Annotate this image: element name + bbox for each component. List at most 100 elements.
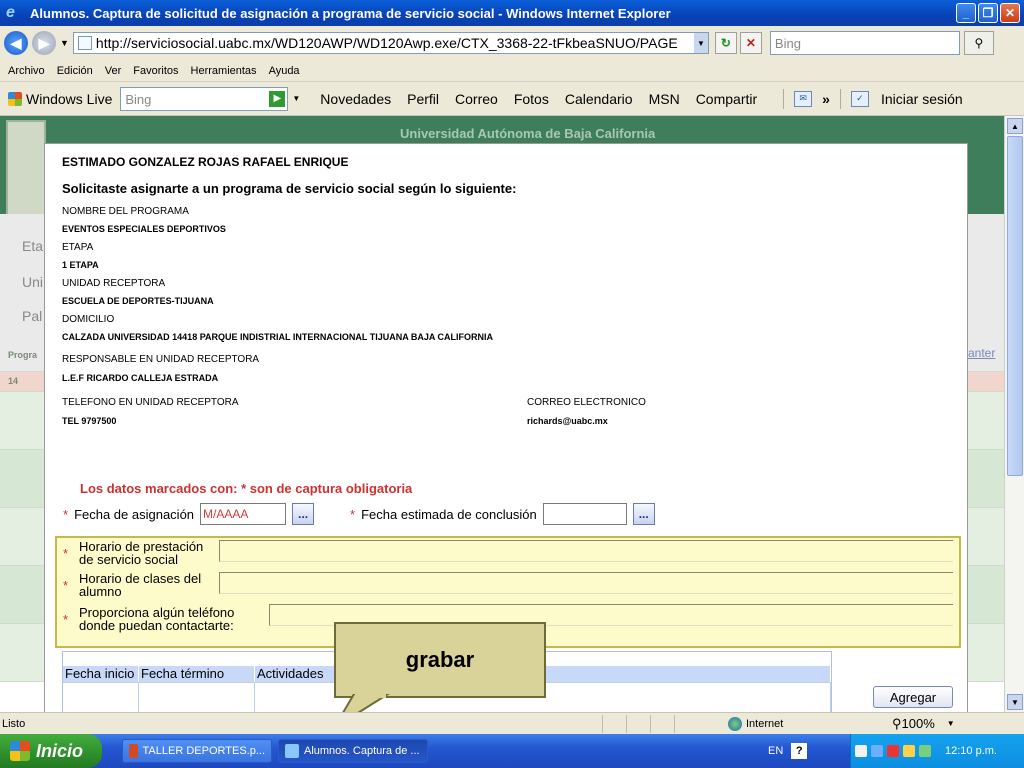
- assignment-date-label: Fecha de asignación: [74, 506, 195, 522]
- network-icon[interactable]: [855, 745, 867, 757]
- address-label: DOMICILIO: [62, 314, 115, 325]
- refresh-button[interactable]: ↻: [714, 32, 737, 54]
- scroll-up-icon[interactable]: ▲: [1007, 118, 1023, 134]
- background-label-palabra: Pal: [22, 308, 43, 324]
- estimated-end-date-label: Fecha estimada de conclusión: [361, 506, 537, 522]
- required-star-icon: *: [63, 546, 69, 561]
- contact-phone-label-line2: donde puedan contactarte:: [79, 618, 234, 633]
- vertical-scrollbar[interactable]: ▲ ▼: [1004, 116, 1024, 712]
- stop-button[interactable]: ✕: [739, 32, 762, 54]
- search-input[interactable]: Bing: [769, 31, 960, 55]
- back-button[interactable]: ◀: [4, 31, 28, 55]
- add-activity-button[interactable]: Agregar: [873, 686, 953, 708]
- help-icon[interactable]: ?: [791, 743, 808, 759]
- receiving-unit-label: UNIDAD RECEPTORA: [62, 278, 166, 289]
- messenger-icon[interactable]: [871, 745, 883, 757]
- class-schedule-label-line2: alumno: [79, 584, 122, 599]
- link-fotos[interactable]: Fotos: [514, 91, 549, 107]
- address-value: CALZADA UNIVERSIDAD 14418 PARQUE INDISTR…: [62, 332, 494, 342]
- live-search-input[interactable]: Bing ▶: [120, 86, 289, 111]
- address-bar[interactable]: http://serviciosocial.uabc.mx/WD120AWP/W…: [72, 32, 709, 54]
- checkbox-icon[interactable]: ✓: [850, 90, 869, 107]
- link-calendario[interactable]: Calendario: [565, 91, 633, 107]
- service-schedule-label-line2: de servicio social: [79, 552, 178, 567]
- menu-archivo[interactable]: Archivo: [8, 65, 45, 77]
- close-button[interactable]: ✕: [1000, 3, 1020, 23]
- windows-flag-icon: [8, 91, 22, 106]
- link-correo[interactable]: Correo: [455, 91, 498, 107]
- scroll-thumb[interactable]: [1007, 136, 1023, 476]
- menu-ayuda[interactable]: Ayuda: [269, 65, 300, 77]
- assignment-date-input[interactable]: M/AAAA: [200, 503, 287, 525]
- unit-phone-value: TEL 9797500: [62, 416, 117, 426]
- windows-live-toolbar: Windows Live Bing ▶ ▼ Novedades Perfil C…: [0, 82, 1024, 116]
- required-fields-note: Los datos marcados con: * son de captura…: [80, 481, 413, 496]
- minimize-button[interactable]: _: [956, 3, 976, 23]
- dates-row: * Fecha de asignación M/AAAA ... * Fecha…: [63, 503, 655, 525]
- responsible-label: RESPONSABLE EN UNIDAD RECEPTORA: [62, 354, 260, 365]
- email-value: richards@uabc.mx: [527, 416, 608, 426]
- security-zone[interactable]: Internet: [728, 716, 878, 731]
- internet-explorer-icon: e: [6, 4, 15, 21]
- receiving-unit-value: ESCUELA DE DEPORTES-TIJUANA: [62, 296, 214, 306]
- windows-live-logo[interactable]: Windows Live: [8, 91, 112, 107]
- unit-phone-label: TELEFONO EN UNIDAD RECEPTORA: [62, 397, 239, 408]
- class-schedule-input[interactable]: [219, 572, 953, 594]
- intro-heading: Solicitaste asignarte a un programa de s…: [62, 181, 517, 196]
- assignment-date-calendar-button[interactable]: ...: [292, 503, 315, 525]
- windows-logo-icon: [10, 741, 30, 761]
- menu-favoritos[interactable]: Favoritos: [133, 65, 178, 77]
- language-indicator[interactable]: EN: [768, 745, 783, 757]
- clock: 12:10 p.m.: [945, 745, 997, 757]
- zoom-control[interactable]: ⚲ 100% ▼: [892, 716, 955, 732]
- live-search-dropdown-icon[interactable]: ▼: [292, 94, 300, 103]
- system-tray: 12:10 p.m.: [850, 734, 1024, 768]
- security-alert-icon[interactable]: [887, 745, 899, 757]
- search-icon[interactable]: ⚲: [963, 31, 994, 55]
- address-toolbar: ◀ ▶ ▼ http://serviciosocial.uabc.mx/WD12…: [0, 26, 1024, 60]
- taskbar-item-taller[interactable]: TALLER DEPORTES.p...: [122, 739, 272, 763]
- link-msn[interactable]: MSN: [649, 91, 680, 107]
- service-schedule-input[interactable]: [219, 540, 953, 562]
- address-dropdown-icon[interactable]: ▼: [693, 33, 708, 53]
- taskbar-item-alumnos[interactable]: Alumnos. Captura de ...: [278, 739, 428, 763]
- link-novedades[interactable]: Novedades: [320, 91, 391, 107]
- zoom-dropdown-icon[interactable]: ▼: [947, 719, 955, 728]
- history-dropdown-icon[interactable]: ▼: [60, 38, 69, 48]
- signin-link[interactable]: Iniciar sesión: [881, 91, 963, 107]
- forward-button[interactable]: ▶: [32, 31, 56, 55]
- share-icon[interactable]: ✉: [794, 90, 813, 107]
- stage-label: ETAPA: [62, 242, 94, 253]
- toolbar-more-button[interactable]: »: [822, 91, 830, 107]
- stage-value: 1 ETAPA: [62, 260, 99, 270]
- live-search-go-icon[interactable]: ▶: [269, 90, 286, 107]
- powerpoint-icon: [129, 744, 138, 758]
- menu-bar: Archivo Edición Ver Favoritos Herramient…: [0, 60, 1024, 82]
- page-icon: [77, 36, 92, 50]
- menu-edicion[interactable]: Edición: [57, 65, 93, 77]
- taskbar: Inicio TALLER DEPORTES.p... Alumnos. Cap…: [0, 734, 1024, 768]
- estimated-end-date-input[interactable]: [542, 503, 627, 525]
- link-compartir[interactable]: Compartir: [696, 91, 757, 107]
- program-name-value: EVENTOS ESPECIALES DEPORTIVOS: [62, 224, 226, 234]
- menu-ver[interactable]: Ver: [105, 65, 122, 77]
- address-url[interactable]: http://serviciosocial.uabc.mx/WD120AWP/W…: [96, 35, 694, 51]
- link-perfil[interactable]: Perfil: [407, 91, 439, 107]
- background-previous-link[interactable]: anter: [968, 346, 995, 360]
- restore-button[interactable]: ❐: [978, 3, 998, 23]
- scroll-down-icon[interactable]: ▼: [1007, 694, 1023, 710]
- estimated-end-date-calendar-button[interactable]: ...: [632, 503, 655, 525]
- university-title: Universidad Autónoma de Baja California: [400, 126, 656, 141]
- window-titlebar: e Alumnos. Captura de solicitud de asign…: [0, 0, 1024, 26]
- volume-icon[interactable]: [903, 745, 915, 757]
- update-icon[interactable]: [919, 745, 931, 757]
- start-button[interactable]: Inicio: [0, 734, 102, 768]
- background-label-etapa: Eta: [22, 238, 44, 254]
- taskbar-item-label: TALLER DEPORTES.p...: [142, 745, 265, 757]
- menu-herramientas[interactable]: Herramientas: [191, 65, 257, 77]
- email-label: CORREO ELECTRONICO: [527, 397, 646, 408]
- taskbar-item-label: Alumnos. Captura de ...: [304, 745, 420, 757]
- university-seal-icon: [6, 120, 46, 216]
- zoom-level: 100%: [901, 716, 935, 731]
- live-search-placeholder: Bing: [125, 91, 152, 107]
